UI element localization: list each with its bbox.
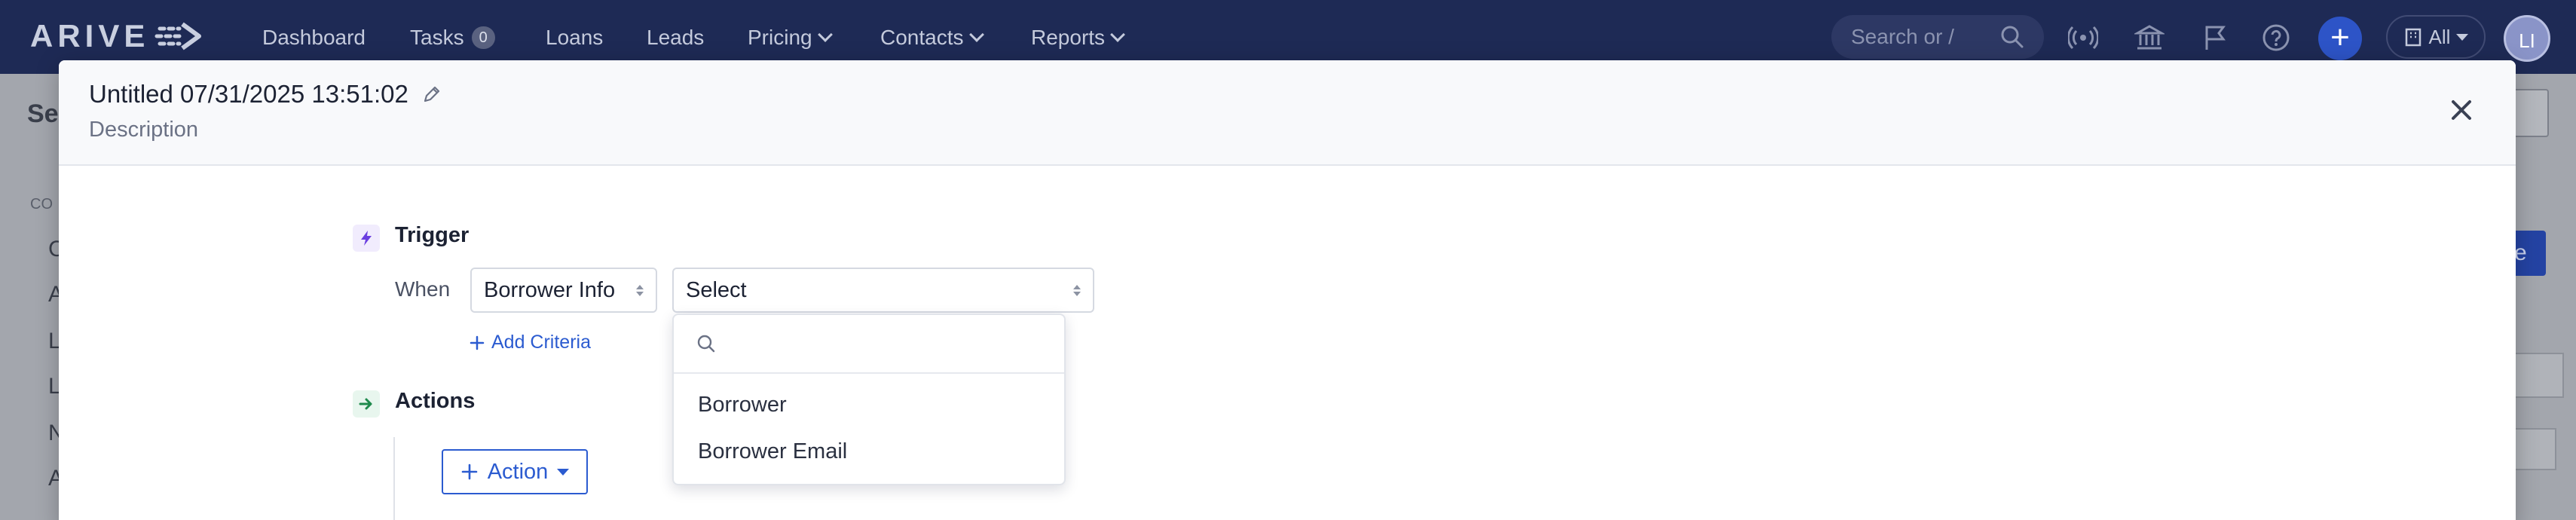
nav-leads-label: Leads bbox=[647, 26, 705, 49]
trigger-value-select-value: Select bbox=[686, 277, 747, 302]
create-new-button[interactable]: + bbox=[2318, 17, 2362, 60]
plus-icon bbox=[470, 335, 485, 350]
caret-down-icon bbox=[557, 468, 570, 476]
trigger-heading: Trigger bbox=[395, 223, 470, 247]
dropdown-option-borrower[interactable]: Borrower bbox=[674, 381, 1064, 428]
nav-pricing[interactable]: Pricing bbox=[748, 23, 833, 53]
modal-description[interactable]: Description bbox=[89, 118, 198, 142]
nav-contacts[interactable]: Contacts bbox=[880, 23, 984, 53]
bank-icon[interactable] bbox=[2133, 21, 2166, 54]
when-label: When bbox=[395, 277, 451, 301]
arrow-right-icon bbox=[353, 390, 380, 418]
nav-leads[interactable]: Leads bbox=[647, 23, 704, 53]
modal-title-row: Untitled 07/31/2025 13:51:02 bbox=[89, 80, 442, 109]
avatar-initials: LI bbox=[2519, 29, 2535, 52]
nav-tasks[interactable]: Tasks 0 bbox=[410, 23, 495, 53]
lightning-icon bbox=[353, 225, 380, 252]
building-icon bbox=[2405, 28, 2421, 47]
modal-header: Untitled 07/31/2025 13:51:02 Description bbox=[59, 60, 2516, 166]
dropdown-spacer bbox=[674, 374, 1064, 381]
caret-down-icon bbox=[2456, 33, 2469, 41]
nav-contacts-label: Contacts bbox=[880, 26, 964, 49]
value-select-dropdown: Borrower Borrower Email bbox=[672, 314, 1066, 485]
add-criteria-link[interactable]: Add Criteria bbox=[469, 332, 591, 353]
scope-selector[interactable]: All bbox=[2386, 15, 2486, 59]
chevron-down-icon bbox=[968, 27, 984, 42]
close-icon[interactable] bbox=[2446, 95, 2477, 125]
sidebar-header: CO bbox=[30, 196, 53, 213]
plus-icon bbox=[461, 463, 477, 480]
trigger-field-select-value: Borrower Info bbox=[484, 277, 616, 302]
global-search-input[interactable]: Search or / bbox=[1831, 15, 2044, 59]
logo-arrow-icon bbox=[154, 22, 202, 50]
tasks-count-badge: 0 bbox=[471, 26, 495, 49]
user-avatar[interactable]: LI bbox=[2504, 15, 2550, 62]
add-criteria-label: Add Criteria bbox=[491, 332, 591, 353]
modal-title: Untitled 07/31/2025 13:51:02 bbox=[89, 80, 408, 108]
chevron-down-icon bbox=[817, 27, 833, 42]
add-action-label: Action bbox=[487, 459, 549, 484]
add-action-button[interactable]: Action bbox=[442, 449, 588, 494]
logo-text: ARIVE bbox=[30, 18, 150, 54]
nav-reports[interactable]: Reports bbox=[1031, 23, 1125, 53]
automation-editor-modal: Untitled 07/31/2025 13:51:02 Description… bbox=[59, 60, 2516, 520]
page-title: Se bbox=[27, 99, 59, 128]
nav-loans-label: Loans bbox=[546, 26, 604, 49]
flag-icon[interactable] bbox=[2199, 21, 2232, 54]
arive-logo[interactable]: ARIVE bbox=[30, 18, 205, 54]
actions-heading: Actions bbox=[395, 389, 476, 413]
nav-reports-label: Reports bbox=[1031, 26, 1106, 49]
trigger-value-select[interactable]: Select bbox=[672, 268, 1094, 313]
nav-pricing-label: Pricing bbox=[748, 26, 812, 49]
nav-tasks-label: Tasks bbox=[410, 26, 464, 49]
edit-pencil-icon[interactable] bbox=[422, 84, 442, 104]
nav-loans[interactable]: Loans bbox=[546, 23, 603, 53]
search-icon bbox=[2001, 26, 2024, 48]
actions-connector-line bbox=[393, 437, 395, 520]
nav-dashboard[interactable]: Dashboard bbox=[262, 23, 366, 53]
dropdown-search-input[interactable] bbox=[674, 315, 1064, 374]
dropdown-option-borrower-email[interactable]: Borrower Email bbox=[674, 428, 1064, 475]
broadcast-icon[interactable] bbox=[2067, 21, 2100, 54]
background-primary-button-label: e bbox=[2514, 240, 2527, 265]
sort-arrows-icon bbox=[636, 284, 644, 296]
scope-label: All bbox=[2428, 25, 2451, 48]
trigger-field-select[interactable]: Borrower Info bbox=[470, 268, 657, 313]
global-search-placeholder: Search or / bbox=[1851, 25, 1954, 48]
plus-icon: + bbox=[2330, 19, 2350, 56]
sort-arrows-icon bbox=[1073, 284, 1081, 296]
search-icon bbox=[697, 335, 715, 353]
chevron-down-icon bbox=[1110, 27, 1125, 42]
nav-dashboard-label: Dashboard bbox=[262, 26, 366, 49]
help-icon[interactable] bbox=[2259, 21, 2293, 54]
